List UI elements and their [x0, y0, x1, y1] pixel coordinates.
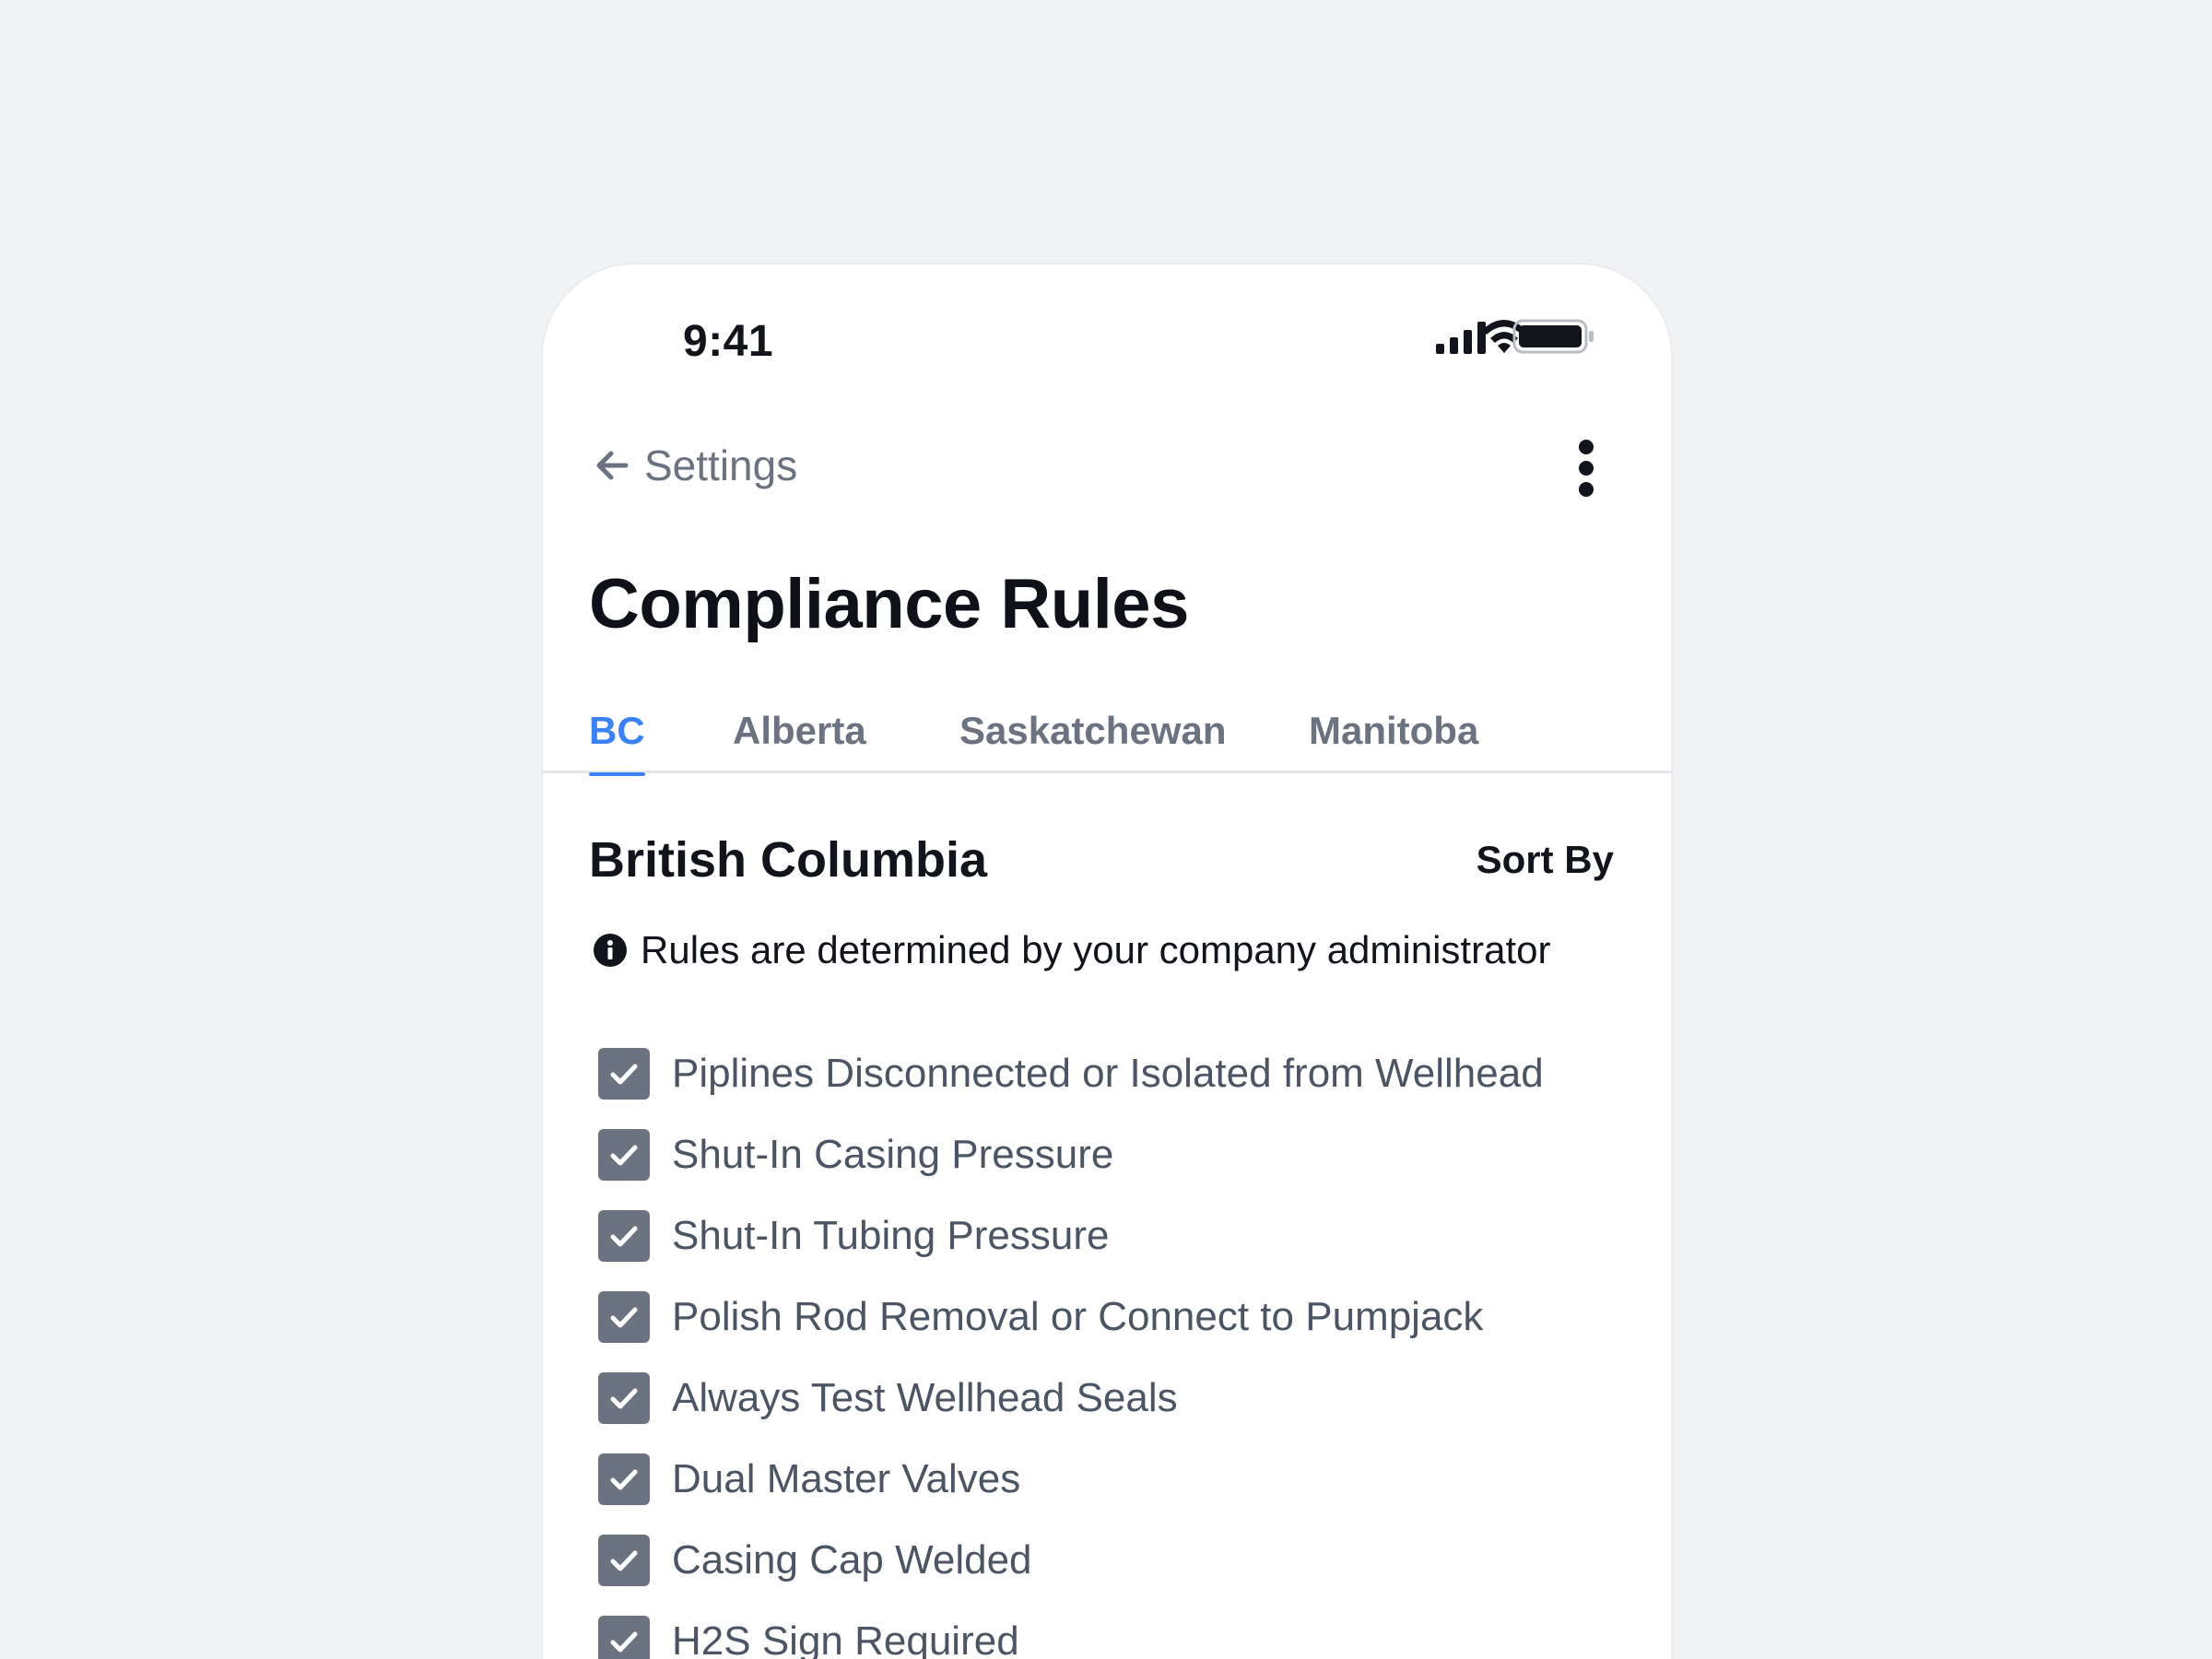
- checkbox-checked[interactable]: [598, 1210, 650, 1262]
- rule-label: Shut-In Tubing Pressure: [672, 1213, 1110, 1258]
- page-title: Compliance Rules: [589, 565, 1189, 643]
- check-icon: [610, 1226, 638, 1247]
- tab-manitoba[interactable]: Manitoba: [1309, 700, 1478, 773]
- phone-screen: 9:41 Settings Compliance Rules BC Albert…: [543, 265, 1671, 1659]
- checkbox-checked[interactable]: [598, 1372, 650, 1424]
- rule-label: Shut-In Casing Pressure: [672, 1132, 1114, 1177]
- rule-label: Piplines Disconnected or Isolated from W…: [672, 1051, 1544, 1096]
- rule-label: Dual Master Valves: [672, 1456, 1021, 1501]
- check-icon: [610, 1469, 638, 1490]
- tab-saskatchewan[interactable]: Saskatchewan: [959, 700, 1227, 773]
- back-label: Settings: [644, 441, 798, 489]
- more-options-button[interactable]: [1568, 438, 1605, 499]
- checkbox-checked[interactable]: [598, 1291, 650, 1343]
- check-icon: [610, 1388, 638, 1409]
- rule-item[interactable]: Dual Master Valves: [598, 1439, 1544, 1520]
- info-icon: [594, 934, 627, 967]
- rule-item[interactable]: Always Test Wellhead Seals: [598, 1358, 1544, 1439]
- checkbox-checked[interactable]: [598, 1048, 650, 1100]
- info-notice: Rules are determined by your company adm…: [593, 928, 1550, 972]
- rule-item[interactable]: Shut-In Tubing Pressure: [598, 1195, 1544, 1277]
- check-icon: [610, 1064, 638, 1085]
- battery-icon: [1512, 319, 1594, 354]
- check-icon: [610, 1307, 638, 1328]
- tab-bar: BC Alberta Saskatchewan Manitoba: [543, 700, 1671, 776]
- tab-alberta[interactable]: Alberta: [733, 700, 866, 773]
- arrow-left-icon: [596, 451, 629, 480]
- checkbox-checked[interactable]: [598, 1453, 650, 1505]
- status-time: 9:41: [683, 317, 774, 366]
- rule-item[interactable]: Shut-In Casing Pressure: [598, 1114, 1544, 1195]
- rule-label: Casing Cap Welded: [672, 1537, 1032, 1583]
- checkbox-checked[interactable]: [598, 1129, 650, 1181]
- rule-label: Always Test Wellhead Seals: [672, 1375, 1178, 1420]
- rule-item[interactable]: Piplines Disconnected or Isolated from W…: [598, 1033, 1544, 1114]
- check-icon: [610, 1631, 638, 1653]
- rule-item[interactable]: H2S Sign Required: [598, 1601, 1544, 1659]
- rules-list: Piplines Disconnected or Isolated from W…: [598, 1033, 1544, 1659]
- check-icon: [610, 1550, 638, 1571]
- rule-item[interactable]: Polish Rod Removal or Connect to Pumpjac…: [598, 1277, 1544, 1358]
- checkbox-checked[interactable]: [598, 1535, 650, 1586]
- rule-label: H2S Sign Required: [672, 1618, 1019, 1659]
- rule-label: Polish Rod Removal or Connect to Pumpjac…: [672, 1294, 1484, 1339]
- sort-by-button[interactable]: Sort By: [1477, 838, 1614, 882]
- checkbox-checked[interactable]: [598, 1616, 650, 1659]
- rule-item[interactable]: Casing Cap Welded: [598, 1520, 1544, 1601]
- more-vertical-icon: [1579, 440, 1594, 497]
- check-icon: [610, 1145, 638, 1166]
- section-title: British Columbia: [589, 832, 988, 888]
- info-text: Rules are determined by your company adm…: [641, 928, 1551, 971]
- tab-bc[interactable]: BC: [589, 700, 645, 776]
- back-button[interactable]: Settings: [593, 438, 797, 493]
